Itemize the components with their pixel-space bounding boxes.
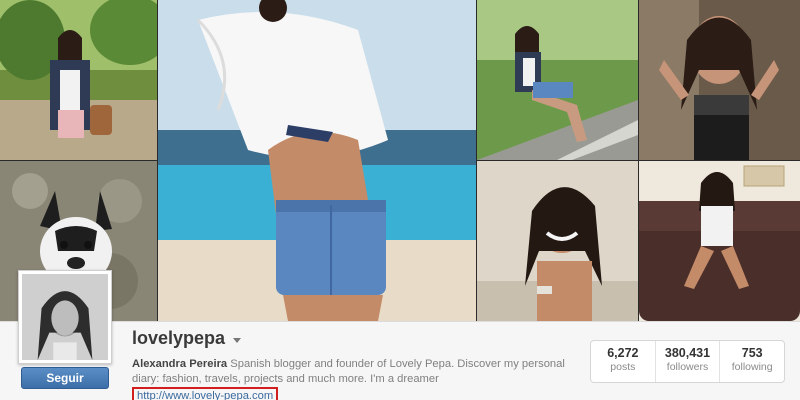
- stat-posts[interactable]: 6,272 posts: [591, 341, 656, 382]
- chevron-down-icon[interactable]: [233, 337, 242, 343]
- photo-tile-bench[interactable]: [477, 0, 638, 160]
- photo-tile-laughing[interactable]: [477, 161, 638, 321]
- bio: Alexandra Pereira Spanish blogger and fo…: [132, 357, 572, 400]
- stat-following[interactable]: 753 following: [720, 341, 784, 382]
- stat-value: 753: [741, 346, 763, 360]
- photo-mosaic: [0, 0, 800, 321]
- website-link[interactable]: http://www.lovely-pepa.com: [137, 390, 273, 400]
- website-highlight: http://www.lovely-pepa.com: [132, 387, 279, 400]
- username-row: lovelypepa: [132, 328, 242, 349]
- stat-label: followers: [666, 361, 709, 373]
- bio-text-line2: diary: fashion, travels, projects and mu…: [132, 373, 439, 385]
- stats-box: 6,272 posts 380,431 followers 753 follow…: [590, 340, 785, 383]
- follow-button[interactable]: Seguir: [21, 367, 109, 389]
- stat-label: following: [731, 361, 773, 373]
- photo-tile-portrait-lace[interactable]: [639, 0, 800, 160]
- photo-tile-park[interactable]: [0, 0, 157, 160]
- stat-value: 6,272: [607, 346, 639, 360]
- stat-value: 380,431: [664, 346, 711, 360]
- stat-label: posts: [610, 361, 636, 373]
- full-name: Alexandra Pereira: [132, 358, 228, 370]
- bio-text-line1: Spanish blogger and founder of Lovely Pe…: [227, 358, 565, 370]
- photo-tile-sofa[interactable]: [639, 161, 800, 321]
- photo-tile-beach[interactable]: [158, 0, 476, 321]
- avatar[interactable]: [18, 270, 112, 364]
- username: lovelypepa: [132, 328, 226, 348]
- stat-followers[interactable]: 380,431 followers: [656, 341, 721, 382]
- avatar-image: [22, 274, 108, 360]
